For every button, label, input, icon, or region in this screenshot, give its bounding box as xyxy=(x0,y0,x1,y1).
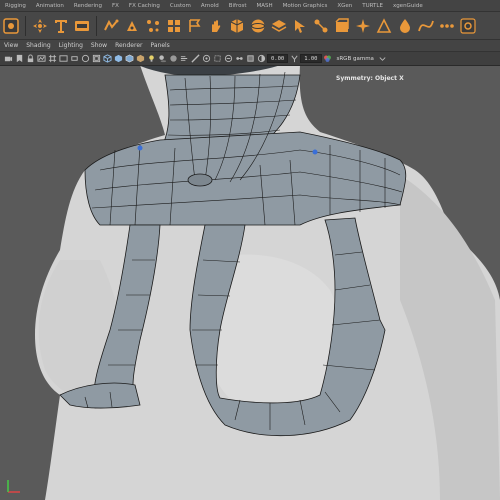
menu-shading[interactable]: Shading xyxy=(22,40,54,52)
shelf-separator xyxy=(96,15,97,36)
shelf-separator xyxy=(25,15,26,36)
isolate-select-icon[interactable] xyxy=(212,54,222,64)
xray-joints-icon[interactable] xyxy=(234,54,244,64)
box-icon[interactable] xyxy=(333,17,351,35)
shape-icon[interactable] xyxy=(375,17,393,35)
connect-icon[interactable] xyxy=(312,17,330,35)
lock-icon[interactable] xyxy=(25,54,35,64)
shelf-tab-xgenguide[interactable]: xgenGuide xyxy=(388,0,428,12)
scatter-icon[interactable] xyxy=(144,17,162,35)
gamma-icon[interactable] xyxy=(289,54,299,64)
exposure-icon[interactable] xyxy=(256,54,266,64)
flag-icon[interactable] xyxy=(186,17,204,35)
film-gate-icon[interactable] xyxy=(58,54,68,64)
shelf-tab-rigging[interactable]: Rigging xyxy=(0,0,31,12)
shadows-icon[interactable] xyxy=(157,54,167,64)
shelf-tab-xgen[interactable]: XGen xyxy=(332,0,357,12)
move-tool-icon[interactable] xyxy=(31,17,49,35)
viewport-toolbar: 0.00 1.00 sRGB gamma xyxy=(0,52,500,66)
viewport-menu-bar: View Shading Lighting Show Renderer Pane… xyxy=(0,40,500,52)
viewport-scene[interactable] xyxy=(0,66,500,500)
exposure-field[interactable]: 0.00 xyxy=(267,54,289,63)
sparkle-icon[interactable] xyxy=(354,17,372,35)
curve-icon[interactable] xyxy=(417,17,435,35)
menu-show[interactable]: Show xyxy=(87,40,111,52)
selected-vertex xyxy=(137,145,143,151)
smooth-shade-icon[interactable] xyxy=(113,54,123,64)
fx-icon[interactable] xyxy=(102,17,120,35)
cube-icon[interactable] xyxy=(228,17,246,35)
shelf-tab-mash[interactable]: MASH xyxy=(251,0,277,12)
symmetry-label: Symmetry: Object X xyxy=(336,75,404,82)
shelf-tab-motion-graphics[interactable]: Motion Graphics xyxy=(278,0,333,12)
drop-icon[interactable] xyxy=(396,17,414,35)
menu-lighting[interactable]: Lighting xyxy=(55,40,87,52)
shelf-tab-arnold[interactable]: Arnold xyxy=(196,0,224,12)
menu-renderer[interactable]: Renderer xyxy=(111,40,146,52)
hand-icon[interactable] xyxy=(207,17,225,35)
resolution-gate-icon[interactable] xyxy=(69,54,79,64)
svg-icon[interactable] xyxy=(73,17,91,35)
grid-toggle-icon[interactable] xyxy=(47,54,57,64)
paint-icon[interactable] xyxy=(123,17,141,35)
gamma-field[interactable]: 1.00 xyxy=(300,54,322,63)
grid-icon[interactable] xyxy=(165,17,183,35)
settings-icon[interactable] xyxy=(459,17,477,35)
image-plane-icon[interactable] xyxy=(36,54,46,64)
backface-icon[interactable] xyxy=(245,54,255,64)
textured-icon[interactable] xyxy=(135,54,145,64)
snap-icon[interactable] xyxy=(2,17,20,35)
text-tool-icon[interactable] xyxy=(52,17,70,35)
bookmark-icon[interactable] xyxy=(14,54,24,64)
cursor-icon[interactable] xyxy=(291,17,309,35)
selected-vertex xyxy=(312,149,318,155)
dots-icon[interactable] xyxy=(438,17,456,35)
sphere-icon[interactable] xyxy=(249,17,267,35)
menu-panels[interactable]: Panels xyxy=(146,40,173,52)
shelf-tab-rendering[interactable]: Rendering xyxy=(69,0,107,12)
lights-icon[interactable] xyxy=(146,54,156,64)
xray-icon[interactable] xyxy=(223,54,233,64)
shelf-tab-bifrost[interactable]: Bifrost xyxy=(224,0,252,12)
color-management-icon[interactable] xyxy=(323,54,333,64)
shelf-tab-fx[interactable]: FX xyxy=(107,0,124,12)
camera-icon[interactable] xyxy=(3,54,13,64)
wireframe-icon[interactable] xyxy=(102,54,112,64)
shelf-tab-custom[interactable]: Custom xyxy=(165,0,196,12)
3d-viewport[interactable]: Symmetry: Object X xyxy=(0,66,500,500)
shelf-tab-turtle[interactable]: TURTLE xyxy=(357,0,388,12)
field-chart-icon[interactable] xyxy=(80,54,90,64)
motion-blur-icon[interactable] xyxy=(179,54,189,64)
axis-gizmo xyxy=(7,480,20,493)
depth-of-field-icon[interactable] xyxy=(201,54,211,64)
safe-action-icon[interactable] xyxy=(91,54,101,64)
ambient-occlusion-icon[interactable] xyxy=(168,54,178,64)
wireframe-on-shaded-icon[interactable] xyxy=(124,54,134,64)
shelf-icon-row xyxy=(0,12,500,40)
anti-alias-icon[interactable] xyxy=(190,54,200,64)
color-space-label[interactable]: sRGB gamma xyxy=(334,56,377,62)
menu-view[interactable]: View xyxy=(0,40,22,52)
neck-pole xyxy=(187,173,213,187)
shelf-tab-fx-caching[interactable]: FX Caching xyxy=(124,0,165,12)
shelf-tabs: Rigging Animation Rendering FX FX Cachin… xyxy=(0,0,500,12)
shelf-tab-animation[interactable]: Animation xyxy=(31,0,69,12)
layers-icon[interactable] xyxy=(270,17,288,35)
chevron-down-icon[interactable] xyxy=(378,54,388,64)
